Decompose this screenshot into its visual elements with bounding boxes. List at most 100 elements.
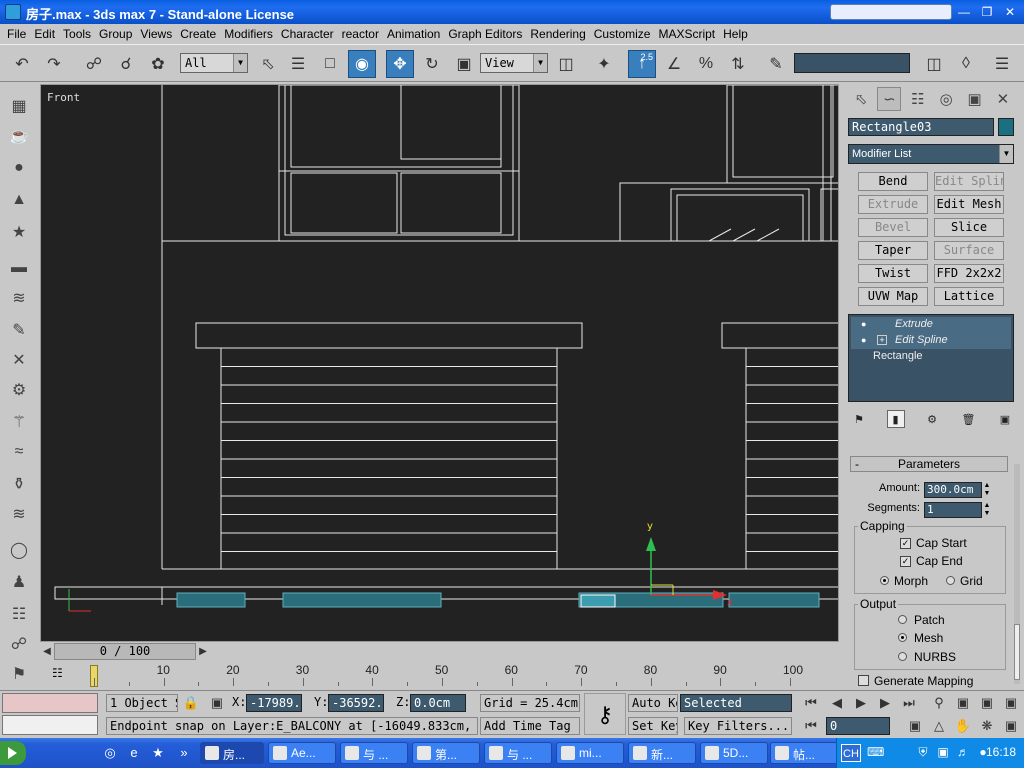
auto-key-button[interactable]: Auto Key — [628, 694, 678, 712]
absolute-mode-icon[interactable]: ▣ — [208, 694, 226, 712]
angle-snap-icon[interactable]: ∠ — [660, 50, 688, 78]
window-crossing-icon[interactable]: ◉ — [348, 50, 376, 78]
close-icon[interactable]: ✕ — [1000, 3, 1020, 21]
security-shield-icon[interactable]: ⛨ — [915, 745, 931, 761]
key-filters-button[interactable]: Key Filters... — [684, 717, 792, 735]
restore-icon[interactable]: ❐ — [977, 3, 997, 21]
track-bar-scale[interactable]: 10 20 30 40 50 60 70 80 90 100 — [90, 662, 840, 688]
key-mode-toggle-icon[interactable]: ⏮ — [802, 717, 820, 735]
lightbulb-icon[interactable]: ● — [861, 319, 871, 330]
spinner-arrows-icon[interactable]: ▲ ▼ — [982, 502, 992, 518]
previous-key-icon[interactable]: ◀ — [828, 694, 846, 712]
zoom-extents-all-icon[interactable]: ▣ — [1002, 694, 1020, 712]
zoom-icon[interactable]: ⚲ — [930, 694, 948, 712]
make-unique-icon[interactable]: ⚙ — [923, 410, 941, 428]
taskbar-button[interactable]: 5D... — [700, 742, 768, 764]
snap-toggle-icon[interactable]: 2.5 ↑ — [628, 50, 656, 78]
modifier-button[interactable]: Twist — [858, 264, 928, 283]
segments-spinner[interactable]: 1 — [924, 502, 982, 518]
minimize-icon[interactable]: — — [954, 3, 974, 21]
show-desktop-icon[interactable]: ◎ — [102, 745, 118, 761]
modify-tab-icon[interactable]: ∽ — [877, 87, 902, 111]
stack-item-edit-spline[interactable]: ● + Edit Spline — [851, 333, 1011, 349]
set-key-button[interactable]: Set Key — [628, 717, 678, 735]
maximize-viewport-icon[interactable]: ▣ — [1002, 717, 1020, 735]
patch-radio[interactable] — [898, 615, 907, 624]
modifier-button[interactable]: Bevel — [858, 218, 928, 237]
pivot-center-icon[interactable]: ◫ — [552, 50, 580, 78]
modifier-button[interactable]: UVW Map — [858, 287, 928, 306]
object-name-field[interactable]: Rectangle03 — [848, 118, 994, 136]
generate-mapping-checkbox[interactable] — [858, 675, 869, 686]
wrench-icon[interactable]: ✕ — [7, 348, 31, 372]
maxscript-input-mini[interactable] — [2, 715, 98, 735]
current-frame-field[interactable]: 0 — [826, 717, 890, 735]
amount-spinner[interactable]: 300.0cm — [924, 482, 982, 498]
cone-icon[interactable]: ▲ — [7, 188, 31, 212]
modifier-button[interactable]: Edit Spline — [934, 172, 1004, 191]
create-tab-icon[interactable]: ⬁ — [849, 87, 873, 111]
gear-icon[interactable]: ⚙ — [7, 378, 31, 402]
menu-create[interactable]: Create — [176, 27, 220, 41]
select-by-name-icon[interactable]: ☰ — [284, 50, 312, 78]
curve-editor-icon[interactable]: ☷ — [52, 666, 72, 684]
utilities-tab-icon[interactable]: ✕ — [991, 87, 1015, 111]
next-key-icon[interactable]: ▶ — [876, 694, 894, 712]
go-to-start-icon[interactable]: ⏮ — [802, 694, 820, 712]
show-end-result-icon[interactable]: ▮ — [886, 410, 905, 428]
key-icon[interactable]: ⚷ — [584, 693, 626, 735]
teapot-icon[interactable]: ☕ — [7, 124, 31, 148]
go-to-end-icon[interactable]: ⏭ — [900, 694, 918, 712]
search-box[interactable] — [830, 4, 952, 20]
box-icon[interactable]: ▦ — [7, 94, 31, 118]
object-color-swatch[interactable] — [998, 118, 1014, 136]
menu-maxscript[interactable]: MAXScript — [654, 27, 719, 41]
ring-icon[interactable]: ◯ — [7, 538, 31, 562]
quicklaunch-chevron-icon[interactable]: » — [176, 745, 192, 761]
display-tab-icon[interactable]: ▣ — [963, 87, 987, 111]
plane-icon[interactable]: ▬ — [7, 256, 31, 280]
time-slider-thumb[interactable]: 0 / 100 — [54, 643, 196, 660]
cap-start-checkbox[interactable]: ✓ — [900, 538, 911, 549]
add-time-tag-button[interactable]: Add Time Tag — [480, 717, 580, 735]
start-button[interactable] — [0, 741, 26, 765]
track-bar[interactable]: ☷ 10 20 30 40 50 60 70 80 90 100 — [40, 662, 840, 688]
field-of-view-icon[interactable]: △ — [930, 717, 948, 735]
menu-rendering[interactable]: Rendering — [526, 27, 589, 41]
link-icon[interactable]: ☍ — [80, 50, 108, 78]
percent-snap-icon[interactable]: % — [692, 50, 720, 78]
taskbar-button[interactable]: 房... — [200, 742, 264, 764]
spring-icon[interactable]: ≋ — [7, 286, 31, 310]
next-frame-icon[interactable]: ▶ — [196, 643, 210, 660]
mirror-icon[interactable]: ◫ — [920, 50, 948, 78]
modifier-button[interactable]: Slice — [934, 218, 1004, 237]
menu-graph-editors[interactable]: Graph Editors — [444, 27, 526, 41]
taskbar-button[interactable]: 与 ... — [340, 742, 408, 764]
manipulate-icon[interactable]: ✦ — [590, 50, 618, 78]
taskbar-button[interactable]: mi... — [556, 742, 624, 764]
undo-icon[interactable]: ↶ — [8, 50, 36, 78]
menu-tools[interactable]: Tools — [59, 27, 95, 41]
lightbulb-icon[interactable]: ● — [861, 335, 871, 346]
z-coordinate-field[interactable]: 0.0cm — [410, 694, 466, 712]
mesh-radio[interactable] — [898, 633, 907, 642]
taskbar-button[interactable]: 与 ... — [484, 742, 552, 764]
select-and-move-icon[interactable]: ✥ — [386, 50, 414, 78]
modifier-button[interactable]: Lattice — [934, 287, 1004, 306]
ime-icon[interactable]: ⌨ — [867, 745, 884, 761]
menu-group[interactable]: Group — [95, 27, 136, 41]
menu-views[interactable]: Views — [136, 27, 176, 41]
spinner-arrows-icon[interactable]: ▲ ▼ — [982, 482, 992, 498]
taskbar-button[interactable]: Ae... — [268, 742, 336, 764]
modifier-list-dropdown[interactable]: Modifier List ▼ — [848, 144, 1014, 164]
zoom-extents-icon[interactable]: ▣ — [978, 694, 996, 712]
spinner-snap-icon[interactable]: ⇅ — [724, 50, 752, 78]
previous-frame-icon[interactable]: ◀ — [40, 643, 54, 660]
app-icon[interactable] — [5, 4, 21, 20]
taskbar-button[interactable]: 第... — [412, 742, 480, 764]
selection-filter-dropdown[interactable]: All ▼ — [180, 53, 248, 73]
align-icon[interactable]: ◊ — [952, 50, 980, 78]
stack-item-extrude[interactable]: ● Extrude — [851, 317, 1011, 333]
arc-rotate-icon[interactable]: ❋ — [978, 717, 996, 735]
reference-coordinate-dropdown[interactable]: View ▼ — [480, 53, 548, 73]
